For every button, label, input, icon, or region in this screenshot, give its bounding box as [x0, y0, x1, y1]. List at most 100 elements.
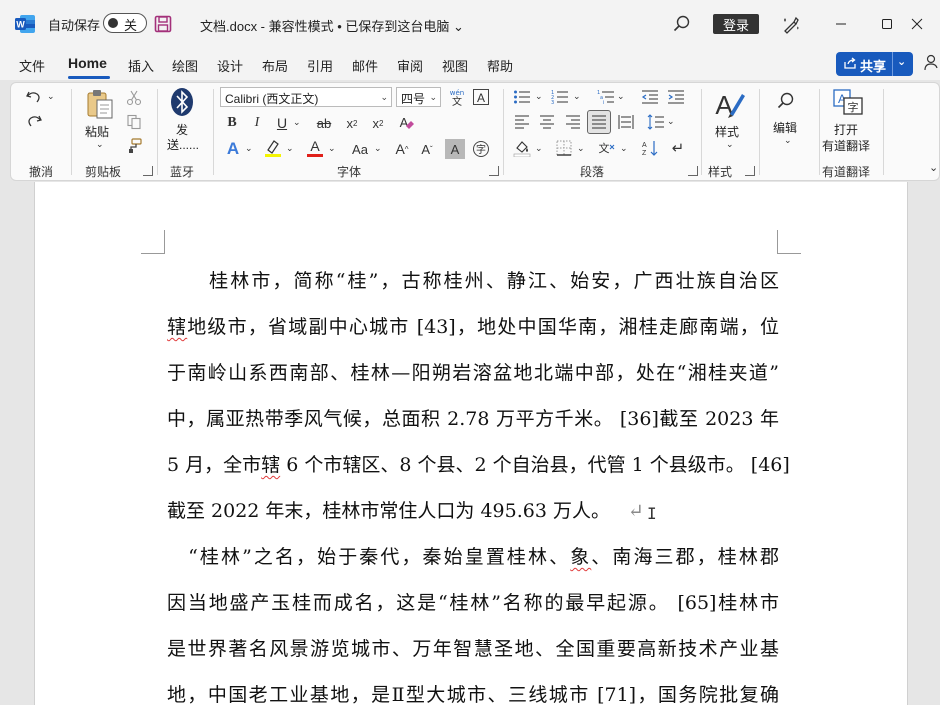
paste-dropdown-icon[interactable]: ⌄	[96, 139, 104, 150]
paragraph-line[interactable]: 是世界著名风景游览城市、万年智慧圣地、全国重要高新技术产业基	[167, 634, 779, 661]
tab-insert[interactable]: 插入	[128, 56, 154, 75]
phonetic-guide-icon[interactable]: wén 文	[447, 87, 467, 107]
underline-dropdown-icon[interactable]: ⌄	[293, 117, 301, 128]
paragraph-line[interactable]: 截至 2022 年末，桂林市常住人口为 495.63 万人。 ↵	[167, 496, 779, 523]
strikethrough-icon[interactable]: ab	[313, 113, 335, 133]
align-center-icon[interactable]	[536, 111, 558, 133]
text-effects-dropdown-icon[interactable]: ⌄	[245, 143, 253, 154]
character-shading-icon[interactable]: A	[445, 139, 465, 159]
paragraph-line[interactable]: 于南岭山系西南部、桂林—阳朔岩溶盆地北端中部，处在“湘桂夹道”	[167, 358, 779, 385]
paragraph-line[interactable]: 5 月，全市辖 6 个市辖区、8 个县、2 个自治县，代管 1 个县级市。 [4…	[167, 450, 790, 477]
redo-icon[interactable]	[23, 111, 45, 131]
send-label-2[interactable]: 送......	[167, 136, 199, 153]
find-icon[interactable]	[774, 89, 798, 113]
borders-icon[interactable]	[553, 137, 575, 159]
edit-dropdown-icon[interactable]: ⌄	[784, 135, 792, 146]
tab-mailings[interactable]: 邮件	[352, 56, 378, 75]
distributed-icon[interactable]	[615, 111, 637, 133]
font-color-dropdown-icon[interactable]: ⌄	[328, 143, 336, 154]
show-formatting-marks-icon[interactable]: ↵	[667, 137, 689, 159]
shading-dropdown-icon[interactable]: ⌄	[535, 143, 543, 154]
font-size-select[interactable]: 四号 ⌄	[396, 87, 441, 107]
bullets-icon[interactable]	[511, 87, 533, 107]
collapse-ribbon-icon[interactable]: ⌄	[929, 161, 938, 174]
borders-dropdown-icon[interactable]: ⌄	[577, 143, 585, 154]
translate-label-1[interactable]: 打开	[834, 121, 858, 138]
save-icon[interactable]	[154, 15, 172, 33]
text-effects-icon[interactable]: A	[223, 139, 243, 159]
line-spacing-icon[interactable]	[645, 111, 667, 133]
document-title[interactable]: 文档.docx - 兼容性模式 • 已保存到这台电脑 ⌄	[200, 16, 464, 35]
shrink-font-icon[interactable]: Aˇ	[417, 139, 437, 159]
edit-label[interactable]: 编辑	[773, 119, 797, 136]
align-left-icon[interactable]	[511, 111, 533, 133]
paste-icon[interactable]	[83, 87, 117, 121]
clear-formatting-icon[interactable]: A	[395, 113, 417, 133]
translate-label-2[interactable]: 有道翻译	[822, 137, 870, 154]
paragraph-line[interactable]: 桂林市，简称“桂”，古称桂州、静江、始安，广西壮族自治区	[167, 266, 779, 293]
tab-layout[interactable]: 布局	[262, 56, 288, 75]
sort-icon[interactable]: AZ	[639, 137, 661, 159]
multilevel-dropdown-icon[interactable]: ⌄	[617, 91, 625, 102]
document-page[interactable]: 桂林市，简称“桂”，古称桂州、静江、始安，广西壮族自治区 辖地级市，省域副中心城…	[34, 182, 908, 705]
login-button[interactable]: 登录	[713, 14, 759, 34]
tab-view[interactable]: 视图	[442, 56, 468, 75]
bullets-dropdown-icon[interactable]: ⌄	[535, 91, 543, 102]
highlight-dropdown-icon[interactable]: ⌄	[286, 143, 294, 154]
clipboard-launcher-icon[interactable]	[143, 166, 153, 176]
subscript-icon[interactable]: x2	[341, 113, 363, 133]
font-name-select[interactable]: Calibri (西文正文) ⌄	[220, 87, 392, 107]
grow-font-icon[interactable]: A ^	[392, 139, 412, 159]
spelling-flag[interactable]: 辖	[167, 316, 187, 338]
bluetooth-icon[interactable]	[169, 87, 195, 117]
styles-dropdown-icon[interactable]: ⌄	[726, 139, 734, 150]
paragraph-line[interactable]: 中，属亚热带季风气候，总面积 2.78 万平方千米。 [36]截至 2023 年	[167, 404, 779, 431]
styles-launcher-icon[interactable]	[745, 166, 755, 176]
cut-icon[interactable]	[125, 89, 143, 107]
paste-label[interactable]: 粘贴	[85, 123, 109, 140]
undo-icon[interactable]	[23, 87, 45, 107]
asian-layout-dropdown-icon[interactable]: ⌄	[620, 143, 628, 154]
tab-home[interactable]: Home	[68, 55, 107, 71]
spelling-flag[interactable]: 辖	[261, 454, 280, 476]
numbering-dropdown-icon[interactable]: ⌄	[573, 91, 581, 102]
paragraph-launcher-icon[interactable]	[688, 166, 698, 176]
tab-draw[interactable]: 绘图	[172, 56, 198, 75]
paragraph-line[interactable]: 因当地盛产玉桂而成名，这是“桂林”名称的最早起源。 [65]桂林市	[167, 588, 779, 615]
chevron-down-icon[interactable]: ⌄	[897, 55, 906, 68]
underline-icon[interactable]: U	[273, 113, 291, 133]
numbering-icon[interactable]: 123	[549, 87, 571, 107]
character-border-icon[interactable]: A	[471, 87, 491, 107]
paragraph-line[interactable]: “桂林”之名，始于秦代，秦始皇置桂林、象、南海三郡，桂林郡	[167, 542, 779, 569]
justify-icon[interactable]	[587, 110, 611, 134]
minimize-icon[interactable]	[818, 0, 864, 48]
highlight-icon[interactable]	[262, 137, 284, 159]
tab-references[interactable]: 引用	[307, 56, 333, 75]
change-case-dropdown-icon[interactable]: ⌄	[374, 143, 382, 154]
search-icon[interactable]	[672, 14, 692, 34]
font-color-icon[interactable]: A	[304, 137, 326, 159]
multilevel-list-icon[interactable]: 1ai	[595, 87, 617, 107]
spelling-flag[interactable]: 象	[570, 546, 591, 568]
format-painter-icon[interactable]	[125, 137, 143, 155]
italic-icon[interactable]: I	[248, 113, 266, 133]
close-icon[interactable]	[894, 0, 940, 48]
paragraph-line[interactable]: 辖地级市，省域副中心城市 [43]，地处中国华南，湘桂走廊南端，位	[167, 312, 779, 339]
asian-layout-icon[interactable]: 文	[595, 137, 619, 159]
align-right-icon[interactable]	[562, 111, 584, 133]
paragraph-line[interactable]: 地，中国老工业基地，是Ⅱ型大城市、三线城市 [71]，国务院批复确	[167, 680, 779, 705]
person-icon[interactable]	[924, 54, 940, 72]
tab-review[interactable]: 审阅	[397, 56, 423, 75]
styles-label[interactable]: 样式	[715, 123, 739, 140]
superscript-icon[interactable]: x2	[367, 113, 389, 133]
increase-indent-icon[interactable]	[665, 87, 687, 107]
tab-file[interactable]: 文件	[19, 56, 45, 75]
decrease-indent-icon[interactable]	[639, 87, 661, 107]
youdao-translate-icon[interactable]: A字	[831, 87, 865, 117]
autosave-toggle[interactable]: 关	[103, 13, 147, 33]
designer-pen-icon[interactable]	[780, 14, 802, 36]
undo-dropdown-icon[interactable]: ⌄	[47, 91, 55, 102]
font-launcher-icon[interactable]	[489, 166, 499, 176]
line-spacing-dropdown-icon[interactable]: ⌄	[667, 116, 675, 127]
change-case-icon[interactable]: Aa	[345, 139, 375, 159]
